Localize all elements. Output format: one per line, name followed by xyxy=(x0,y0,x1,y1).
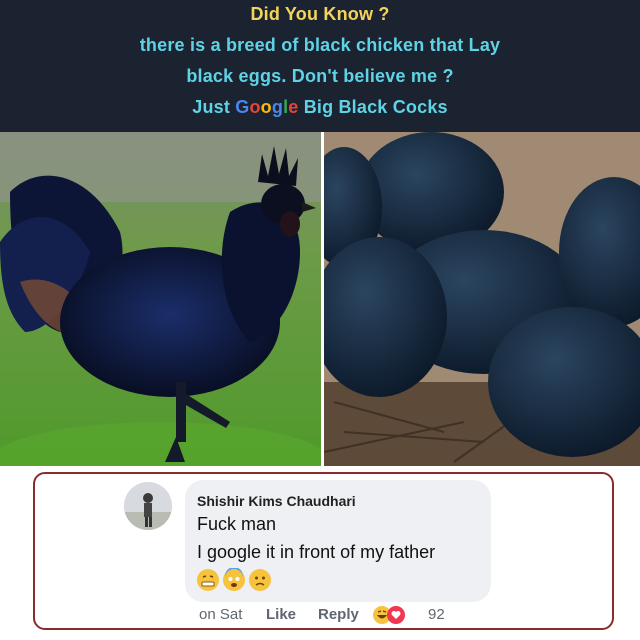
caption-just: Just xyxy=(192,97,231,117)
black-rooster-icon xyxy=(0,132,321,466)
comment-author[interactable]: Shishir Kims Chaudhari xyxy=(197,493,356,509)
caption-line-4: Just Google Big Black Cocks xyxy=(0,97,640,118)
love-reaction-icon xyxy=(387,606,405,624)
caption-line-3: black eggs. Don't believe me ? xyxy=(186,66,454,86)
black-eggs-icon xyxy=(324,132,640,466)
reply-button[interactable]: Reply xyxy=(318,606,359,623)
caption-banner: Did You Know ? there is a breed of black… xyxy=(0,0,640,132)
rooster-photo xyxy=(0,132,321,466)
user-avatar-icon xyxy=(124,482,172,530)
caption-line-2: there is a breed of black chicken that L… xyxy=(139,35,501,55)
scared-emoji-icon xyxy=(222,567,246,597)
comment-text-line-1: Fuck man xyxy=(197,514,277,534)
comment-text-line-2: I google it in front of my father xyxy=(197,542,436,562)
reaction-count[interactable]: 92 xyxy=(428,606,445,623)
worried-emoji-icon xyxy=(248,568,272,597)
avatar[interactable] xyxy=(124,482,172,530)
comment-time[interactable]: on Sat xyxy=(199,606,242,623)
eggs-photo xyxy=(324,132,640,466)
caption-heading: Did You Know ? xyxy=(250,4,390,24)
google-word: Google xyxy=(235,97,299,117)
grimacing-sweat-emoji-icon xyxy=(196,568,220,597)
caption-suffix: Big Black Cocks xyxy=(303,97,448,117)
reactions[interactable] xyxy=(372,605,410,625)
like-button[interactable]: Like xyxy=(266,606,296,623)
